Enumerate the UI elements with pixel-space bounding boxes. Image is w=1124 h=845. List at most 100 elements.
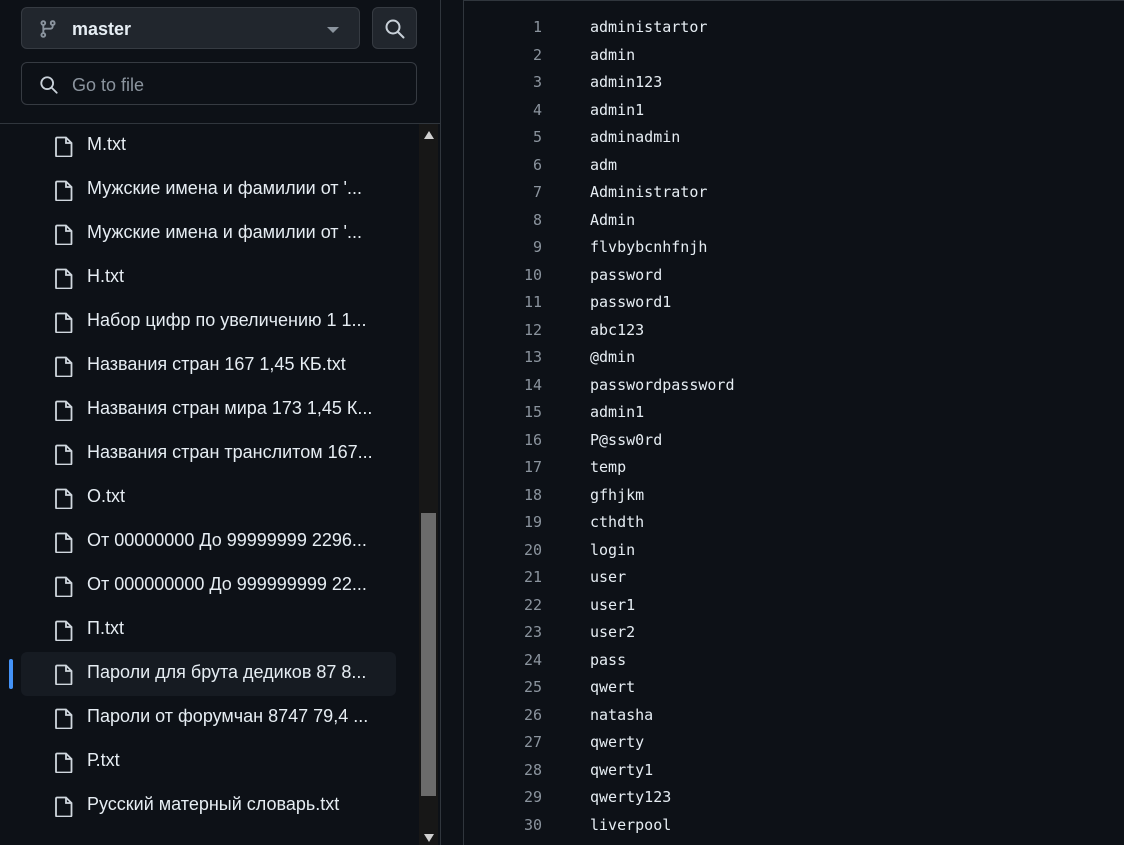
line-number[interactable]: 1 bbox=[464, 18, 542, 36]
file-tree-item-label: Мужские имена и фамилии от '... bbox=[87, 222, 362, 242]
line-number[interactable]: 4 bbox=[464, 101, 542, 119]
file-tree-item[interactable]: М.txt bbox=[21, 124, 396, 168]
line-content: gfhjkm bbox=[590, 485, 645, 504]
line-content: flvbybcnhfnjh bbox=[590, 238, 708, 256]
go-to-file-field[interactable] bbox=[21, 62, 417, 105]
line-number[interactable]: 22 bbox=[464, 596, 542, 614]
line-number[interactable]: 20 bbox=[464, 541, 542, 559]
line-content: abc123 bbox=[590, 320, 645, 339]
line-number[interactable]: 3 bbox=[464, 73, 542, 91]
line-content: login bbox=[590, 540, 636, 559]
file-tree-item-label: Мужские имена и фамилии от '... bbox=[87, 178, 362, 198]
code-line: 27 qwerty bbox=[464, 729, 1124, 756]
file-tree-item[interactable]: Русский матерный словарь.txt bbox=[21, 784, 396, 828]
line-number[interactable]: 28 bbox=[464, 761, 542, 779]
file-tree-item-label: М.txt bbox=[87, 134, 126, 154]
line-number[interactable]: 16 bbox=[464, 431, 542, 449]
file-icon bbox=[55, 268, 73, 290]
file-tree-item[interactable]: Мужские имена и фамилии от '... bbox=[21, 168, 396, 212]
line-number[interactable]: 23 bbox=[464, 623, 542, 641]
line-number[interactable]: 30 bbox=[464, 816, 542, 834]
code-line: 18 gfhjkm bbox=[464, 482, 1124, 509]
file-icon bbox=[55, 708, 73, 730]
file-icon bbox=[55, 356, 73, 378]
line-content: @dmin bbox=[590, 348, 636, 366]
line-content: adm bbox=[590, 155, 618, 174]
branch-name: master bbox=[72, 19, 132, 39]
scroll-down-arrow-icon[interactable] bbox=[424, 834, 434, 842]
line-number[interactable]: 18 bbox=[464, 486, 542, 504]
line-content: passwordpassword bbox=[590, 375, 735, 394]
file-tree-sidebar: master Логины для брута дедиков 87 8...М… bbox=[0, 0, 441, 845]
line-content: pass bbox=[590, 650, 627, 669]
code-line: 28 qwerty1 bbox=[464, 757, 1124, 784]
line-number[interactable]: 14 bbox=[464, 376, 542, 394]
line-number[interactable]: 17 bbox=[464, 458, 542, 476]
line-content: admin bbox=[590, 45, 636, 64]
file-tree-item[interactable]: Н.txt bbox=[21, 256, 396, 300]
line-number[interactable]: 19 bbox=[464, 513, 542, 531]
code-line: 23 user2 bbox=[464, 619, 1124, 646]
line-number[interactable]: 2 bbox=[464, 46, 542, 64]
file-tree-item[interactable]: От 000000000 До 999999999 22... bbox=[21, 564, 396, 608]
code-line: 5 adminadmin bbox=[464, 124, 1124, 151]
line-number[interactable]: 7 bbox=[464, 183, 542, 201]
file-tree-item-label: Русский матерный словарь.txt bbox=[87, 794, 340, 814]
line-number[interactable]: 13 bbox=[464, 348, 542, 366]
file-tree-item[interactable]: О.txt bbox=[21, 476, 396, 520]
search-button[interactable] bbox=[372, 7, 417, 49]
file-tree-item-label: Названия стран 167 1,45 КБ.txt bbox=[87, 354, 346, 374]
line-content: adminadmin bbox=[590, 128, 681, 146]
file-tree-item[interactable]: П.txt bbox=[21, 608, 396, 652]
code-line: 20 login bbox=[464, 537, 1124, 564]
code-line: 26 natasha bbox=[464, 702, 1124, 729]
file-tree-item[interactable]: Названия стран транслитом 167... bbox=[21, 432, 396, 476]
line-number[interactable]: 12 bbox=[464, 321, 542, 339]
file-tree-item[interactable]: От 00000000 До 99999999 2296... bbox=[21, 520, 396, 564]
file-tree-item[interactable]: Пароли для брута дедиков 87 8... bbox=[9, 652, 396, 696]
line-content: qwerty123 bbox=[590, 788, 672, 806]
file-tree-item[interactable]: Набор цифр по увеличению 1 1... bbox=[21, 300, 396, 344]
code-line: 9 flvbybcnhfnjh bbox=[464, 234, 1124, 261]
code-line: 2 admin bbox=[464, 42, 1124, 69]
scrollbar-thumb[interactable] bbox=[421, 513, 436, 796]
go-to-file-input[interactable] bbox=[70, 71, 394, 99]
file-tree-item-label: От 000000000 До 999999999 22... bbox=[87, 574, 367, 594]
code-line: 3 admin123 bbox=[464, 69, 1124, 96]
line-number[interactable]: 10 bbox=[464, 266, 542, 284]
line-number[interactable]: 21 bbox=[464, 568, 542, 586]
line-content: administartor bbox=[590, 18, 708, 36]
line-number[interactable]: 6 bbox=[464, 156, 542, 174]
file-tree-item[interactable]: Р.txt bbox=[21, 740, 396, 784]
line-number[interactable]: 11 bbox=[464, 293, 542, 311]
branch-selector-button[interactable]: master bbox=[21, 7, 360, 49]
line-number[interactable]: 25 bbox=[464, 678, 542, 696]
file-tree-item-label: Пароли для брута дедиков 87 8... bbox=[87, 662, 367, 682]
code-line: 11 password1 bbox=[464, 289, 1124, 316]
file-tree-item-label: Н.txt bbox=[87, 266, 125, 286]
sidebar-scrollbar[interactable] bbox=[419, 124, 438, 845]
line-number[interactable]: 29 bbox=[464, 788, 542, 806]
line-content: cthdth bbox=[590, 513, 645, 531]
scroll-up-arrow-icon[interactable] bbox=[424, 131, 434, 139]
file-tree-item-label: Названия стран мира 173 1,45 К... bbox=[87, 398, 373, 418]
file-tree-item[interactable]: Мужские имена и фамилии от '... bbox=[21, 212, 396, 256]
file-tree-item-label: П.txt bbox=[87, 618, 124, 638]
line-number[interactable]: 27 bbox=[464, 733, 542, 751]
line-number[interactable]: 24 bbox=[464, 651, 542, 669]
line-content: qwerty1 bbox=[590, 760, 654, 779]
file-icon bbox=[55, 400, 73, 422]
line-number[interactable]: 5 bbox=[464, 128, 542, 146]
code-line: 6 adm bbox=[464, 152, 1124, 179]
file-tree-item[interactable]: Пароли от форумчан 8747 79,4 ... bbox=[21, 696, 396, 740]
code-line: 21 user bbox=[464, 564, 1124, 591]
line-content: password1 bbox=[590, 293, 672, 311]
line-number[interactable]: 9 bbox=[464, 238, 542, 256]
code-line: 17 temp bbox=[464, 454, 1124, 481]
file-tree-item[interactable]: Названия стран 167 1,45 КБ.txt bbox=[21, 344, 396, 388]
line-number[interactable]: 8 bbox=[464, 211, 542, 229]
code-line: 22 user1 bbox=[464, 592, 1124, 619]
line-number[interactable]: 15 bbox=[464, 403, 542, 421]
file-tree-item[interactable]: Названия стран мира 173 1,45 К... bbox=[21, 388, 396, 432]
line-number[interactable]: 26 bbox=[464, 706, 542, 724]
